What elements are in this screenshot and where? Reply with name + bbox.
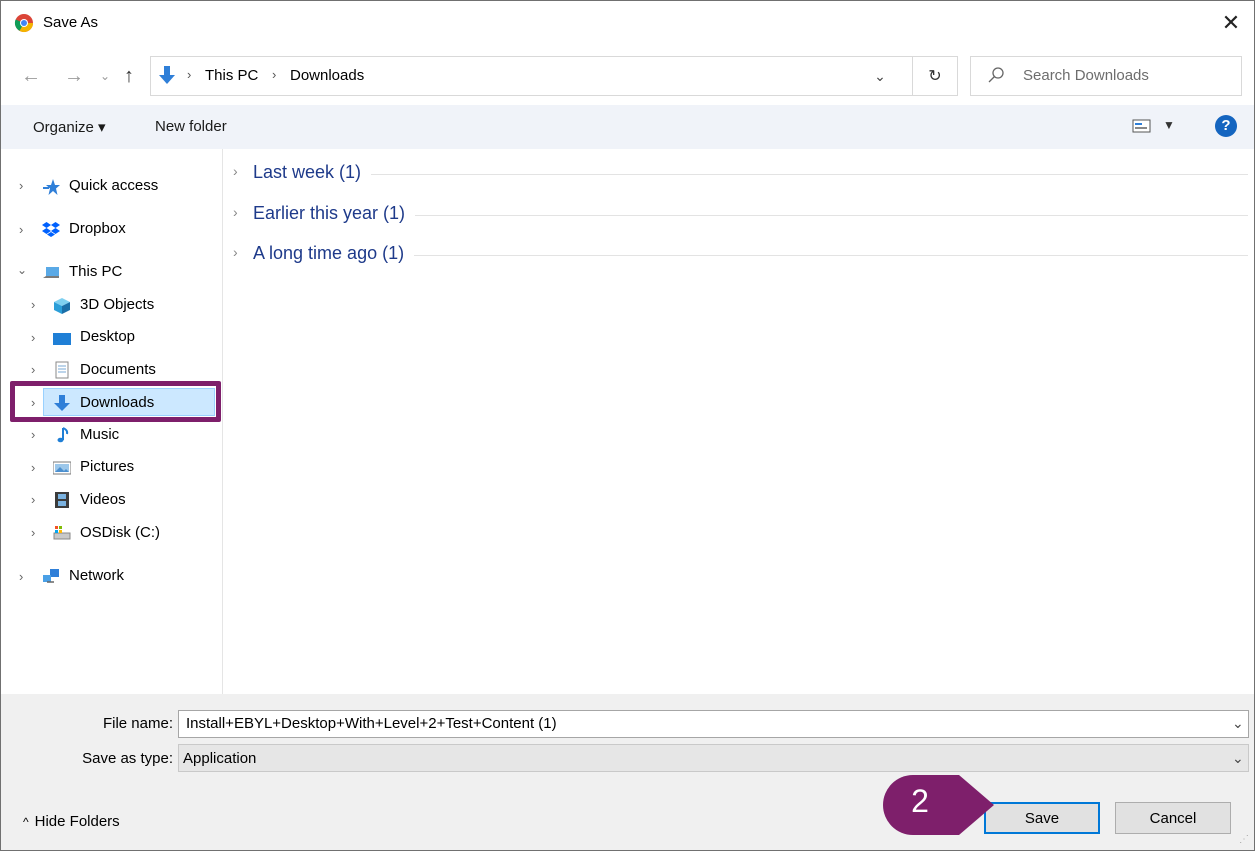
pictures-icon [53,461,71,475]
expand-chevron-icon[interactable]: › [31,427,35,442]
nav-item-music[interactable]: Music [80,426,119,443]
step-number: 2 [911,783,929,819]
save-as-type-select[interactable] [178,744,1249,772]
nav-item-desktop[interactable]: Desktop [80,328,135,345]
expand-chevron-icon[interactable]: › [31,362,35,377]
expand-chevron-icon[interactable]: › [19,569,23,584]
group-label: Last week (1) [253,162,372,183]
chevron-up-icon: ^ [23,815,29,829]
film-icon [55,492,69,508]
hide-folders-label: Hide Folders [34,813,120,830]
expand-chevron-icon[interactable]: › [31,492,35,507]
save-as-type-label: Save as type: [82,750,173,767]
view-dropdown-icon[interactable]: ▼ [1163,118,1175,132]
desktop-icon [53,333,71,345]
group-header-last-week[interactable]: › Last week (1) [233,162,1248,188]
group-chevron-icon[interactable]: › [233,163,238,179]
expand-chevron-icon[interactable]: › [31,460,35,475]
new-folder-button[interactable]: New folder [155,118,227,135]
recent-locations-chevron-icon[interactable]: ⌄ [100,61,110,91]
help-icon[interactable]: ? [1215,115,1237,137]
breadcrumb-downloads[interactable]: Downloads [290,67,364,84]
window-title: Save As [43,14,99,31]
back-arrow-icon[interactable]: ← [21,61,41,91]
group-header-earlier-this-year[interactable]: › Earlier this year (1) [233,203,1248,229]
view-options-icon[interactable] [1132,118,1152,134]
search-placeholder: Search Downloads [1023,67,1149,84]
nav-item-videos[interactable]: Videos [80,491,126,508]
hide-folders-button[interactable]: ^ Hide Folders [23,813,120,830]
group-label: Earlier this year (1) [253,203,416,224]
expand-chevron-icon[interactable]: › [31,525,35,540]
cancel-button[interactable]: Cancel [1115,802,1231,834]
cube-icon [54,298,70,314]
computer-icon [43,267,59,278]
nav-item-quick-access[interactable]: Quick access [69,177,158,194]
search-icon [988,67,1004,83]
star-icon [43,179,60,195]
expand-chevron-icon[interactable]: › [31,297,35,312]
nav-item-network[interactable]: Network [69,567,124,584]
download-arrow-icon [159,66,175,84]
nav-item-3d-objects[interactable]: 3D Objects [80,296,154,313]
address-dropdown-icon[interactable]: ⌄ [869,64,891,88]
close-button[interactable]: ✕ [1213,7,1249,39]
file-name-value: Install+EBYL+Desktop+With+Level+2+Test+C… [186,715,557,732]
nav-item-documents[interactable]: Documents [80,361,156,378]
nav-item-dropbox[interactable]: Dropbox [69,220,126,237]
documents-icon [55,361,69,379]
organize-menu[interactable]: Organize ▾ [33,118,106,136]
collapse-chevron-icon[interactable]: ⌄ [17,263,27,277]
group-chevron-icon[interactable]: › [233,244,238,260]
group-chevron-icon[interactable]: › [233,204,238,220]
resize-grip-icon[interactable]: ⋰ [1239,834,1251,846]
chrome-icon [14,14,33,33]
forward-arrow-icon[interactable]: → [64,61,84,91]
nav-item-osdisk[interactable]: OSDisk (C:) [80,524,160,541]
up-arrow-icon[interactable]: ↑ [124,61,134,91]
dropbox-icon [42,222,60,237]
nav-item-this-pc[interactable]: This PC [69,263,122,280]
breadcrumb-this-pc[interactable]: This PC [205,67,258,84]
network-icon [43,569,59,583]
title-bar: Save As ✕ [1,1,1254,45]
save-button[interactable]: Save [984,802,1100,834]
breadcrumb-separator-icon: › [272,67,277,82]
file-name-dropdown-icon[interactable]: ⌄ [1232,715,1244,732]
group-divider [253,174,1248,175]
refresh-button[interactable]: ↻ [912,56,958,96]
save-as-type-value: Application [183,750,257,767]
save-as-dialog: Save As ✕ ← → ⌄ ↑ › This PC › Downloads … [0,0,1255,851]
group-label: A long time ago (1) [253,243,415,264]
breadcrumb-separator-icon: › [187,67,192,82]
expand-chevron-icon[interactable]: › [31,330,35,345]
refresh-icon: ↻ [928,68,942,85]
nav-item-pictures[interactable]: Pictures [80,458,134,475]
step-highlight-box [10,381,221,422]
disk-drive-icon [53,526,71,540]
expand-chevron-icon[interactable]: › [19,178,23,193]
expand-chevron-icon[interactable]: › [19,222,23,237]
music-note-icon [57,427,69,443]
file-name-label: File name: [102,715,173,732]
group-header-a-long-time-ago[interactable]: › A long time ago (1) [233,243,1248,269]
save-as-type-dropdown-icon[interactable]: ⌄ [1232,750,1244,767]
